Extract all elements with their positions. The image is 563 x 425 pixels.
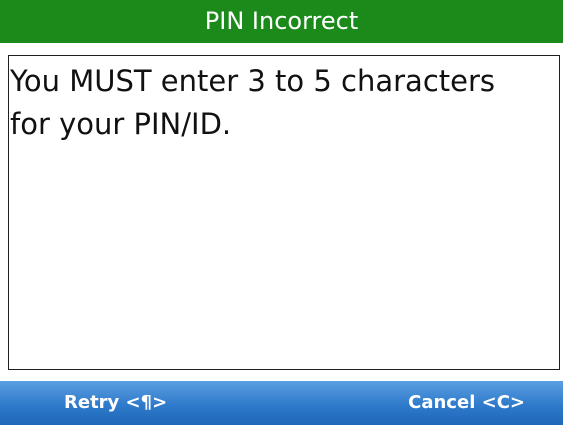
message-panel: You MUST enter 3 to 5 characters for you… xyxy=(8,55,560,370)
retry-button[interactable]: Retry <¶> xyxy=(64,381,167,425)
dialog-title: PIN Incorrect xyxy=(0,0,563,43)
softkey-bar: Retry <¶> Cancel <C> xyxy=(0,381,563,425)
error-message: You MUST enter 3 to 5 characters for you… xyxy=(10,64,496,141)
pin-error-screen: PIN Incorrect You MUST enter 3 to 5 char… xyxy=(0,0,563,425)
cancel-button[interactable]: Cancel <C> xyxy=(408,381,525,425)
